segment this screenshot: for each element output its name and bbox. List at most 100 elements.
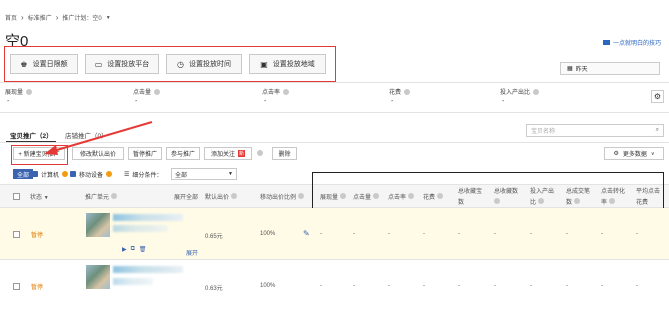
search-icon[interactable]: ⌕: [656, 127, 659, 134]
help-icon[interactable]: [26, 88, 33, 95]
metric-ctr: 点击率: [262, 87, 290, 96]
set-platform-button[interactable]: ▭ 设置投放平台: [85, 54, 159, 74]
deals-value: -: [566, 283, 568, 289]
fav-items-value: -: [458, 283, 460, 289]
product-title-blurred[interactable]: [113, 214, 183, 221]
chevron-down-icon: ∨: [650, 150, 655, 157]
set-region-label: 设置投放地域: [272, 61, 315, 68]
divider: [0, 82, 669, 83]
help-icon[interactable]: [283, 88, 290, 95]
header-unit: 推广单元: [85, 192, 117, 201]
money-bag-icon: ♚: [20, 59, 28, 69]
row-checkbox[interactable]: [13, 231, 20, 238]
chevron-right-icon: ›: [55, 13, 59, 22]
set-platform-label: 设置投放平台: [107, 61, 150, 68]
filter-computer[interactable]: 计算机: [32, 169, 69, 179]
breadcrumb: 首页 › 标准推广 › 推广计划：空0 ▼: [5, 13, 111, 22]
add-follow-button[interactable]: 添加关注 新: [204, 147, 252, 160]
divider: [0, 112, 669, 113]
metric-impressions: 展现量: [5, 87, 33, 96]
guide-link[interactable]: 一点就明白的技巧: [602, 38, 661, 47]
calendar-icon: ▦: [567, 66, 573, 72]
metric-clicks: 点击量: [133, 87, 161, 96]
delete-button[interactable]: 删除: [272, 147, 297, 160]
ctr-value: -: [388, 283, 390, 289]
fav-shop-value: -: [494, 283, 496, 289]
header-bid-ratio-label: 移动出价比例: [260, 195, 297, 201]
more-data-button[interactable]: ⚙ 更多数据 ∨: [604, 147, 664, 160]
metric-cost: 花费: [389, 87, 411, 96]
segment-value: 全部: [175, 172, 188, 179]
product-thumbnail[interactable]: [86, 265, 110, 289]
product-thumbnail[interactable]: [86, 213, 110, 237]
cost-value: -: [423, 231, 425, 237]
help-icon[interactable]: [533, 88, 540, 95]
video-icon: [602, 40, 610, 45]
metric-value: -: [135, 98, 138, 105]
impressions-value: -: [320, 231, 322, 237]
header-status[interactable]: 状态 ▼: [30, 192, 49, 201]
date-range-select[interactable]: ▦ 昨天: [560, 62, 660, 75]
filter-mobile[interactable]: 移动设备: [70, 169, 113, 179]
clicks-value: -: [353, 283, 355, 289]
clicks-value: -: [353, 231, 355, 237]
chevron-down-icon[interactable]: ▼: [106, 15, 111, 21]
help-icon[interactable]: [154, 88, 161, 95]
header-status-label: 状态: [30, 195, 43, 201]
fav-items-value: -: [458, 231, 460, 237]
help-icon[interactable]: [297, 193, 304, 199]
roi-value: -: [530, 231, 532, 237]
row-checkbox[interactable]: [13, 283, 20, 290]
expand-link[interactable]: 展开: [186, 248, 198, 257]
set-daily-limit-button[interactable]: ♚ 设置日限额: [10, 54, 78, 74]
select-all-checkbox[interactable]: [13, 193, 20, 200]
default-bid-value[interactable]: 0.63元: [205, 283, 223, 292]
roi-value: -: [530, 283, 532, 289]
segment-filter-label: ☰ 细分条件：: [124, 169, 162, 179]
clock-icon: ◷: [177, 59, 184, 69]
help-icon[interactable]: [404, 88, 411, 95]
search-input[interactable]: 宝贝名称 ⌕: [526, 124, 664, 137]
more-data-label: 更多数据: [622, 152, 647, 158]
row-actions: ▶ ⧉ 🗑: [122, 246, 147, 253]
chevron-right-icon: ›: [21, 13, 24, 22]
warning-icon: [62, 171, 69, 177]
conversion-value: -: [601, 283, 603, 289]
help-icon[interactable]: [110, 193, 117, 199]
add-follow-label: 添加关注: [210, 152, 235, 158]
pencil-icon[interactable]: ✎: [303, 229, 310, 238]
segment-label: 细分条件：: [132, 172, 163, 179]
conversion-value: -: [601, 231, 603, 237]
set-time-button[interactable]: ◷ 设置投放时间: [166, 54, 242, 74]
segment-select[interactable]: 全部 ▼: [171, 168, 237, 180]
set-time-label: 设置投放时间: [188, 61, 231, 68]
red-arrow-annotation: [44, 121, 153, 155]
trash-icon[interactable]: 🗑: [139, 246, 147, 253]
avg-cost-value: -: [636, 231, 638, 237]
bid-ratio-value: 100%: [260, 283, 276, 289]
date-range-value: 昨天: [575, 67, 588, 73]
set-region-button[interactable]: ▣ 设置投放地域: [249, 54, 326, 74]
join-promo-button[interactable]: 参与推广: [166, 147, 200, 160]
default-bid-value[interactable]: 0.65元: [205, 231, 223, 240]
filter-all-chip[interactable]: 全部: [13, 169, 34, 179]
breadcrumb-plan[interactable]: 推广计划：空0: [62, 13, 101, 22]
metric-value: -: [264, 98, 267, 105]
status-badge: 暂停: [31, 233, 44, 239]
header-bid-ratio: 移动出价比例: [260, 192, 304, 201]
gear-icon[interactable]: ⚙: [651, 90, 664, 103]
header-bid-label: 默认出价: [205, 195, 230, 201]
warning-icon: [106, 171, 113, 177]
product-title-blurred[interactable]: [113, 266, 183, 273]
play-icon[interactable]: ▶: [122, 246, 127, 253]
copy-icon[interactable]: ⧉: [131, 246, 135, 253]
breadcrumb-section[interactable]: 标准推广: [28, 13, 52, 22]
impressions-value: -: [320, 283, 322, 289]
expand-all-link[interactable]: 展开全部: [174, 192, 198, 201]
help-icon[interactable]: [257, 150, 263, 156]
help-icon[interactable]: [230, 193, 237, 199]
set-daily-limit-label: 设置日限额: [32, 61, 68, 68]
metric-label: 点击量: [133, 90, 152, 96]
breadcrumb-home[interactable]: 首页: [5, 13, 17, 22]
computer-dot-icon: [32, 171, 38, 177]
